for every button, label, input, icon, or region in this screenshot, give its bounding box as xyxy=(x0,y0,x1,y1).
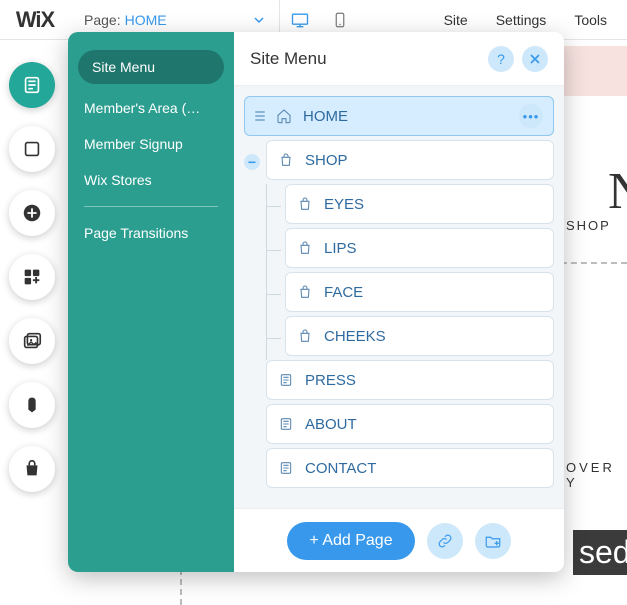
page-node[interactable]: EYES xyxy=(285,184,554,224)
page-node-label: FACE xyxy=(324,284,543,301)
panel-header: Site Menu ? xyxy=(234,32,564,86)
page-node-label: CONTACT xyxy=(305,460,543,477)
rail-apps-button[interactable] xyxy=(9,254,55,300)
page-tree: HOME••• − SHOP EYES LIPS FACE CHEEKS PRESS ABOUT… xyxy=(234,86,564,508)
page-node[interactable]: FACE xyxy=(285,272,554,312)
page-selector-label: Page: xyxy=(84,12,121,28)
rail-add-button[interactable] xyxy=(9,190,55,236)
panel-title: Site Menu xyxy=(250,49,480,69)
folder-button[interactable] xyxy=(475,523,511,559)
bag-icon xyxy=(277,151,295,169)
bag-icon xyxy=(296,283,314,301)
tree-row: FACE xyxy=(267,272,554,316)
canvas-over-text: OVER Y xyxy=(566,460,627,490)
collapse-button[interactable]: − xyxy=(244,154,260,170)
panel-left-item[interactable]: Page Transitions xyxy=(68,215,234,251)
tree-row: PRESS xyxy=(244,360,554,404)
panel-left-item[interactable]: Site Menu xyxy=(78,50,224,84)
tree-connector xyxy=(267,294,281,295)
page-node[interactable]: CHEEKS xyxy=(285,316,554,356)
tree-row: − SHOP xyxy=(244,140,554,184)
panel-footer: + Add Page xyxy=(234,508,564,572)
top-link-tools[interactable]: Tools xyxy=(574,12,607,28)
panel-left-nav: Site Menu Member's Area (…Member SignupWi… xyxy=(68,32,234,572)
site-menu-panel: Site Menu Member's Area (…Member SignupWi… xyxy=(68,32,564,572)
rail-store-button[interactable] xyxy=(9,446,55,492)
add-page-button[interactable]: + Add Page xyxy=(287,522,414,560)
tree-row: HOME••• xyxy=(244,96,554,140)
tree-row: LIPS xyxy=(267,228,554,272)
page-node[interactable]: HOME••• xyxy=(244,96,554,136)
panel-left-item[interactable]: Member Signup xyxy=(68,126,234,162)
page-node[interactable]: SHOP xyxy=(266,140,554,180)
tree-row: CHEEKS xyxy=(267,316,554,360)
tree-connector xyxy=(267,206,281,207)
bag-icon xyxy=(296,195,314,213)
tree-row: ABOUT xyxy=(244,404,554,448)
page-node-label: ABOUT xyxy=(305,416,543,433)
page-node-label: HOME xyxy=(303,108,519,125)
page-node[interactable]: LIPS xyxy=(285,228,554,268)
tree-connector xyxy=(267,250,281,251)
bag-icon xyxy=(296,239,314,257)
page-icon xyxy=(277,459,295,477)
page-node-label: EYES xyxy=(324,196,543,213)
link-button[interactable] xyxy=(427,523,463,559)
canvas-sed-text: sed xyxy=(573,530,627,575)
page-node-label: LIPS xyxy=(324,240,543,257)
tree-row: CONTACT xyxy=(244,448,554,492)
page-node[interactable]: PRESS xyxy=(266,360,554,400)
home-icon xyxy=(275,107,293,125)
page-node-label: PRESS xyxy=(305,372,543,389)
drag-handle-icon[interactable] xyxy=(255,111,265,121)
page-icon xyxy=(277,415,295,433)
divider xyxy=(84,206,218,207)
top-link-site[interactable]: Site xyxy=(444,12,468,28)
page-node-label: CHEEKS xyxy=(324,328,543,345)
tree-row: EYES xyxy=(267,184,554,228)
top-links: Site Settings Tools xyxy=(444,12,627,28)
panel-left-item[interactable]: Member's Area (… xyxy=(68,90,234,126)
top-link-settings[interactable]: Settings xyxy=(496,12,547,28)
panel-right: Site Menu ? HOME••• − SHOP EYES LIPS FACE CHEE… xyxy=(234,32,564,572)
more-button[interactable]: ••• xyxy=(519,104,543,128)
bag-icon xyxy=(296,327,314,345)
rail-pages-button[interactable] xyxy=(9,62,55,108)
canvas-shop-text: SHOP xyxy=(566,218,611,233)
tree-children: EYES LIPS FACE CHEEKS xyxy=(266,184,554,360)
rail-blog-button[interactable] xyxy=(9,382,55,428)
page-node[interactable]: CONTACT xyxy=(266,448,554,488)
panel-left-item[interactable]: Wix Stores xyxy=(68,162,234,198)
tree-connector xyxy=(267,338,281,339)
canvas-heading: N xyxy=(608,162,627,221)
page-selector-page: HOME xyxy=(125,12,167,28)
close-button[interactable] xyxy=(522,46,548,72)
wix-logo: WiX xyxy=(0,7,70,33)
rail-media-button[interactable] xyxy=(9,318,55,364)
chevron-down-icon xyxy=(253,14,265,26)
help-button[interactable]: ? xyxy=(488,46,514,72)
page-node-label: SHOP xyxy=(305,152,543,169)
rail-background-button[interactable] xyxy=(9,126,55,172)
page-node[interactable]: ABOUT xyxy=(266,404,554,444)
left-rail xyxy=(4,62,60,492)
page-icon xyxy=(277,371,295,389)
